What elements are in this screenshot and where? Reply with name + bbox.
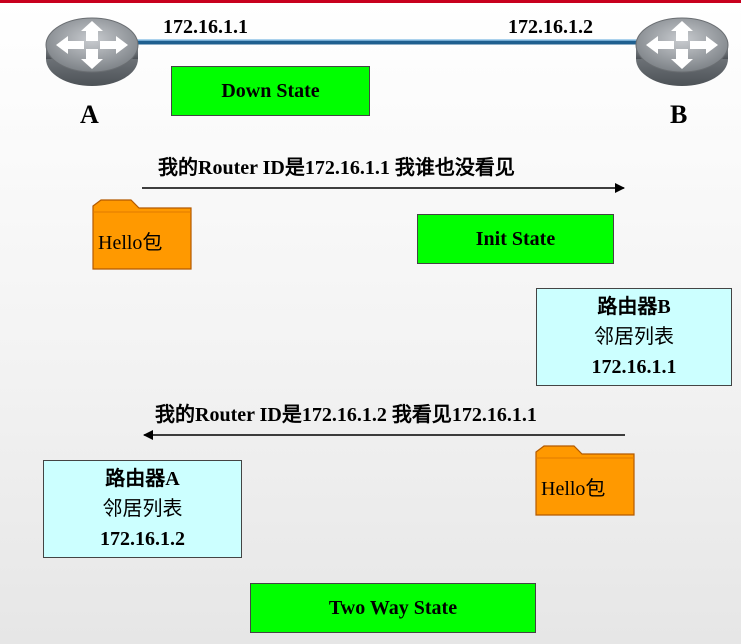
init-state-label: Init State — [475, 227, 556, 250]
message-a-to-b: 我的Router ID是172.16.1.1 我谁也没看见 — [158, 157, 515, 179]
router-b-table-entry: 172.16.1.1 — [591, 356, 677, 378]
router-a-table-title: 路由器A — [105, 468, 180, 490]
router-a-table-subtitle: 邻居列表 — [102, 498, 183, 520]
down-state-box: Down State — [171, 66, 370, 116]
router-b-table-title: 路由器B — [597, 296, 671, 318]
router-b-ip: 172.16.1.2 — [508, 16, 593, 38]
two-way-state-label: Two Way State — [328, 596, 458, 619]
init-state-box: Init State — [417, 214, 614, 264]
router-b-table-subtitle: 邻居列表 — [594, 326, 674, 348]
router-a-ip: 172.16.1.1 — [163, 16, 248, 38]
router-b-label: B — [670, 100, 688, 129]
router-a-icon — [45, 17, 139, 86]
router-b-icon — [635, 17, 729, 86]
message-b-to-a: 我的Router ID是172.16.1.2 我看见172.16.1.1 — [155, 404, 537, 426]
hello-packet-label-2: Hello包 — [541, 478, 606, 500]
router-a-neighbor-table: 路由器A 邻居列表 172.16.1.2 — [43, 460, 242, 558]
hello-packet-label-1: Hello包 — [98, 232, 163, 254]
two-way-state-box: Two Way State — [250, 583, 536, 633]
network-link — [132, 39, 642, 45]
router-b-neighbor-table: 路由器B 邻居列表 172.16.1.1 — [536, 288, 732, 386]
router-a-label: A — [80, 100, 99, 129]
down-state-label: Down State — [221, 79, 320, 102]
router-a-table-entry: 172.16.1.2 — [100, 528, 185, 550]
